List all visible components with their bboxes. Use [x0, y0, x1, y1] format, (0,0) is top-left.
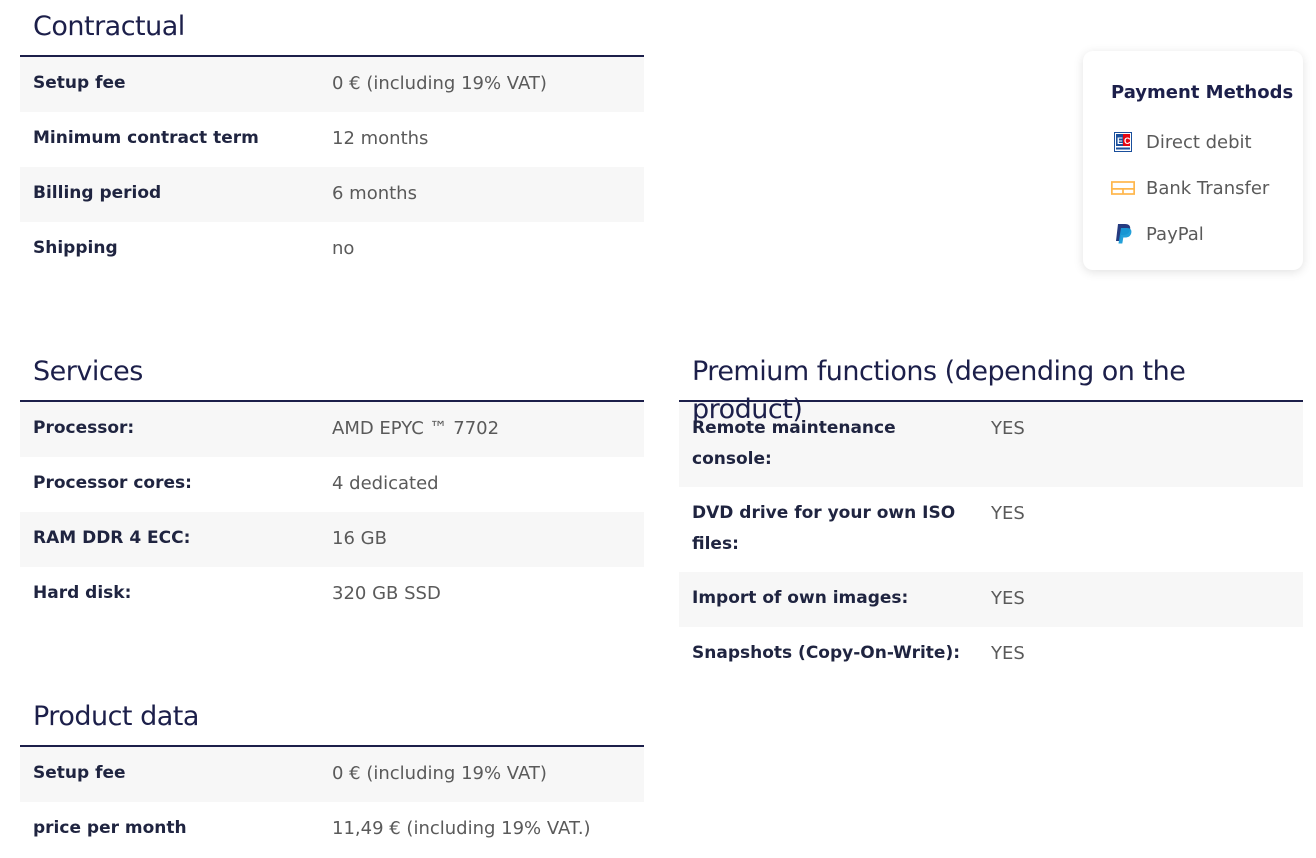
- row-label: Processor:: [33, 418, 135, 438]
- row-label: Minimum contract term: [33, 128, 259, 148]
- row-value: YES: [991, 588, 1025, 609]
- row-label: DVD drive for your own ISO files:: [692, 503, 956, 554]
- payment-method-label: Bank Transfer: [1146, 177, 1270, 199]
- svg-text:C: C: [1124, 136, 1131, 146]
- row-label: Hard disk:: [33, 583, 132, 603]
- table-row: Processor cores: 4 dedicated: [20, 457, 644, 512]
- row-value: 4 dedicated: [332, 473, 439, 494]
- contractual-section: Contractual Setup fee 0 € (including 19% …: [20, 0, 644, 277]
- services-section: Services Processor: AMD EPYC ™ 7702 Proce…: [20, 345, 644, 622]
- payment-method-bank-transfer: Bank Transfer: [1111, 165, 1303, 211]
- section-title: Product data: [20, 690, 644, 747]
- table-row: Import of own images: YES: [679, 572, 1303, 627]
- table-row: RAM DDR 4 ECC: 16 GB: [20, 512, 644, 567]
- row-label: Import of own images:: [692, 588, 909, 608]
- table-row: Setup fee 0 € (including 19% VAT): [20, 57, 644, 112]
- product-data-section: Product data Setup fee 0 € (including 19%…: [20, 690, 644, 857]
- row-value: 6 months: [332, 183, 417, 204]
- table-row: Snapshots (Copy-On-Write): YES: [679, 627, 1303, 682]
- row-value: no: [332, 238, 355, 259]
- premium-functions-section: Premium functions (depending on the prod…: [679, 345, 1303, 682]
- table-row: Processor: AMD EPYC ™ 7702: [20, 402, 644, 457]
- row-value: 0 € (including 19% VAT): [332, 73, 547, 94]
- row-value: 12 months: [332, 128, 429, 149]
- row-label: RAM DDR 4 ECC:: [33, 528, 191, 548]
- bank-transfer-icon: [1111, 176, 1135, 200]
- payment-method-paypal: PayPal: [1111, 211, 1303, 257]
- row-value: AMD EPYC ™ 7702: [332, 418, 500, 439]
- payment-methods-card: Payment Methods EC Direct debit Bank Tra…: [1083, 51, 1303, 270]
- table-row: Shipping no: [20, 222, 644, 277]
- row-label: Setup fee: [33, 763, 126, 783]
- row-label: price per month: [33, 818, 187, 838]
- table-row: DVD drive for your own ISO files: YES: [679, 487, 1303, 572]
- row-label: Snapshots (Copy-On-Write):: [692, 643, 961, 663]
- table-row: Setup fee 0 € (including 19% VAT): [20, 747, 644, 802]
- row-label: Billing period: [33, 183, 162, 203]
- row-value: 11,49 € (including 19% VAT.): [332, 818, 591, 839]
- paypal-icon: [1111, 222, 1135, 246]
- payment-methods-title: Payment Methods: [1111, 82, 1294, 103]
- row-value: YES: [991, 418, 1025, 439]
- row-label: Setup fee: [33, 73, 126, 93]
- row-label: Processor cores:: [33, 473, 192, 493]
- ec-card-icon: EC: [1111, 130, 1135, 154]
- row-value: 16 GB: [332, 528, 387, 549]
- row-value: 0 € (including 19% VAT): [332, 763, 547, 784]
- section-title: Premium functions (depending on the prod…: [679, 345, 1303, 425]
- table-row: price per month 11,49 € (including 19% VA…: [20, 802, 644, 857]
- payment-method-direct-debit: EC Direct debit: [1111, 119, 1303, 165]
- row-label: Remote maintenance console:: [692, 418, 896, 469]
- svg-text:E: E: [1117, 136, 1123, 146]
- table-row: Hard disk: 320 GB SSD: [20, 567, 644, 622]
- payment-method-label: Direct debit: [1146, 131, 1252, 153]
- row-value: 320 GB SSD: [332, 583, 441, 604]
- section-title: Contractual: [20, 0, 644, 57]
- table-row: Remote maintenance console: YES: [679, 402, 1303, 487]
- row-label: Shipping: [33, 238, 118, 258]
- table-row: Billing period 6 months: [20, 167, 644, 222]
- table-row: Minimum contract term 12 months: [20, 112, 644, 167]
- section-title: Services: [20, 345, 644, 402]
- payment-method-label: PayPal: [1146, 223, 1204, 245]
- row-value: YES: [991, 503, 1025, 524]
- row-value: YES: [991, 643, 1025, 664]
